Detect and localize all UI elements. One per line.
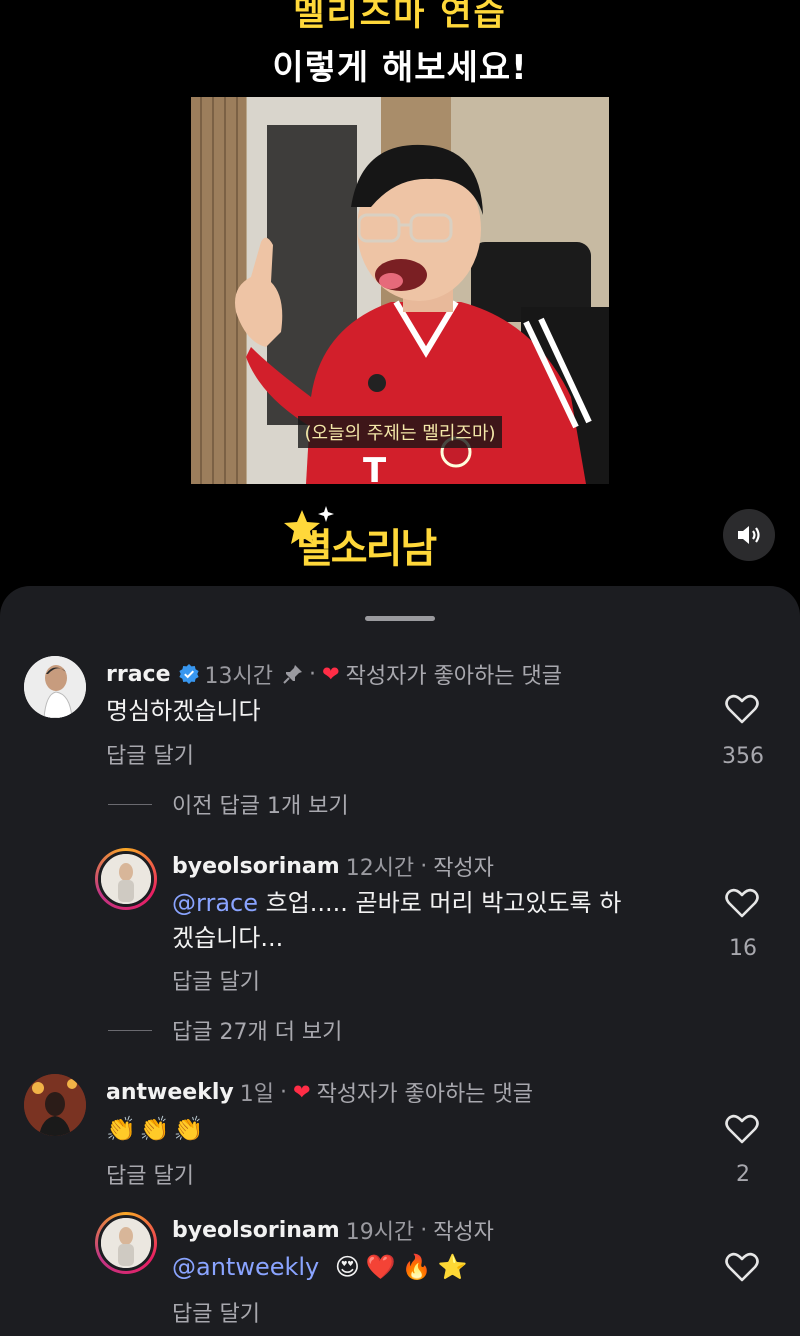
comment-meta: byeolsorinam 19시간 · 작성자 [172, 1214, 494, 1246]
video-caption-top: 멜리즈마 연습 [293, 0, 507, 34]
separator-dot: · [279, 1079, 287, 1105]
video-subtitle: (오늘의 주제는 멜리즈마) [191, 416, 609, 448]
video-player[interactable]: 멜리즈마 연습 이렇게 해보세요! T (오늘의 주제는 멜리즈마) 별소리남 [0, 0, 800, 610]
creator-heart-icon: ❤ [322, 662, 340, 686]
comment-meta: rrace 13시간 · ❤ 작성자가 좋아하는 댓글 [106, 658, 562, 690]
comment-username[interactable]: byeolsorinam [172, 854, 340, 879]
like-count: 16 [729, 936, 757, 961]
liked-by-creator-label: 작성자가 좋아하는 댓글 [345, 664, 562, 689]
separator-dot: · [420, 1217, 428, 1243]
sheet-drag-handle[interactable] [365, 616, 435, 621]
avatar-image [101, 1218, 151, 1268]
speaker-icon [738, 526, 760, 544]
comment-username[interactable]: byeolsorinam [172, 1218, 340, 1243]
comment-item: antweekly 1일 · ❤ 작성자가 좋아하는 댓글 👏👏👏 답글 달기 … [0, 1074, 800, 1204]
comment-meta: byeolsorinam 12시간 · 작성자 [172, 850, 494, 882]
avatar[interactable] [24, 1074, 86, 1136]
like-button[interactable] [722, 888, 762, 918]
avatar[interactable] [24, 656, 86, 718]
comment-text-line1: 흐업..... 곧바로 머리 박고있도록 하 [257, 889, 622, 917]
comment-text: @antweekly 😍❤️🔥⭐ [172, 1250, 474, 1285]
mute-toggle-button[interactable] [723, 509, 775, 561]
avatar-image [24, 1074, 86, 1136]
mention-link[interactable]: @antweekly [172, 1253, 319, 1281]
like-count: 356 [722, 744, 764, 769]
creator-heart-icon: ❤ [292, 1080, 311, 1104]
reply-button[interactable]: 답글 달기 [172, 964, 260, 996]
comment-time: 12시간 [345, 856, 415, 881]
svg-text:T: T [363, 451, 387, 484]
like-button[interactable] [722, 694, 762, 724]
like-button[interactable] [722, 1114, 762, 1144]
pin-icon [283, 665, 302, 684]
avatar-image [101, 854, 151, 904]
video-caption-title: 이렇게 해보세요! [272, 48, 528, 88]
comment-time: 19시간 [345, 1220, 415, 1245]
reply-button[interactable]: 답글 달기 [106, 738, 194, 770]
view-previous-replies[interactable]: 이전 답글 1개 보기 [108, 788, 349, 820]
channel-logo-text: 별소리남 [296, 526, 437, 572]
like-count: 2 [736, 1162, 750, 1187]
separator-dot: · [309, 661, 316, 687]
reply-button[interactable]: 답글 달기 [172, 1296, 260, 1328]
comment-username[interactable]: antweekly [106, 1080, 234, 1105]
divider-line [108, 1029, 152, 1031]
comments-sheet: rrace 13시간 · ❤ 작성자가 좋아하는 댓글 명심하겠습니다 답글 달… [0, 586, 800, 1336]
reply-item: byeolsorinam 12시간 · 작성자 @rrace 흐업..... 곧… [0, 848, 800, 1008]
divider-line [108, 803, 152, 805]
comment-meta: antweekly 1일 · ❤ 작성자가 좋아하는 댓글 [106, 1076, 533, 1108]
comment-emoji-text: 😍❤️🔥⭐ [334, 1253, 474, 1281]
view-previous-label: 이전 답글 1개 보기 [172, 794, 349, 819]
comment-text: 명심하겠습니다 [106, 697, 261, 725]
avatar[interactable] [95, 1212, 157, 1274]
heart-outline-icon [725, 1114, 759, 1144]
reply-item: byeolsorinam 19시간 · 작성자 @antweekly 😍❤️🔥⭐… [0, 1212, 800, 1336]
author-label: 작성자 [433, 1220, 494, 1245]
comment-text-line2: 겠습니다... [172, 924, 284, 952]
liked-by-creator-label: 작성자가 좋아하는 댓글 [316, 1082, 533, 1107]
channel-logo: 별소리남 [282, 506, 522, 576]
heart-outline-icon [725, 694, 759, 724]
comment-text: 👏👏👏 [106, 1115, 208, 1143]
author-label: 작성자 [433, 856, 494, 881]
video-subtitle-text: (오늘의 주제는 멜리즈마) [298, 416, 502, 448]
verified-badge-icon [178, 664, 199, 684]
mention-link[interactable]: @rrace [172, 889, 258, 917]
comment-time: 1일 [239, 1082, 274, 1107]
video-frame: T (오늘의 주제는 멜리즈마) [191, 97, 609, 484]
heart-outline-icon [725, 888, 759, 918]
comment-username[interactable]: rrace [106, 662, 171, 687]
avatar-image [24, 656, 86, 718]
comment-time: 13시간 [204, 664, 273, 689]
avatar[interactable] [95, 848, 157, 910]
reply-button[interactable]: 답글 달기 [106, 1158, 194, 1190]
comment-text: @rrace 흐업..... 곧바로 머리 박고있도록 하 겠습니다... [172, 886, 692, 956]
like-button[interactable] [722, 1252, 762, 1282]
view-more-replies[interactable]: 답글 27개 더 보기 [108, 1014, 342, 1046]
view-more-label: 답글 27개 더 보기 [172, 1020, 343, 1045]
separator-dot: · [420, 853, 428, 879]
heart-outline-icon [725, 1252, 759, 1282]
